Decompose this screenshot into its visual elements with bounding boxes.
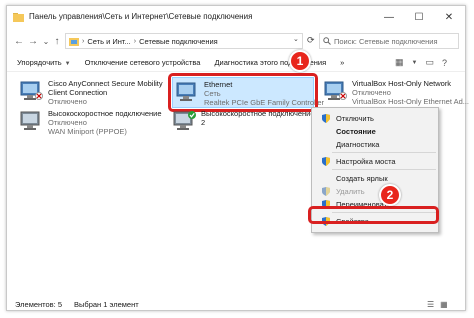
window-title: Панель управления\Сеть и Интернет\Сетевы… [29,12,253,21]
connection-status: Отключено [48,118,87,127]
uac-shield-icon [322,187,330,196]
dialup-adapter-icon [173,111,196,130]
change-view-icon[interactable]: ▦ [395,57,404,68]
status-bar: Элементов: 5 Выбран 1 элемент [7,298,465,311]
organize-button[interactable]: Упорядочить ▼ [17,58,71,67]
menu-item-label: Диагностика [336,139,380,149]
search-placeholder: Поиск: Сетевые подключения [334,36,438,46]
dropdown-arrow-icon: ▼ [64,61,71,67]
search-input[interactable]: Поиск: Сетевые подключения [319,33,459,49]
preview-pane-icon[interactable]: ▭ [425,57,434,68]
menu-item-shortcut[interactable]: Создать ярлык [312,172,438,184]
large-icons-view-icon[interactable]: ▦ [440,300,448,309]
minimize-button[interactable]: — [373,6,405,28]
address-row: ← → ⌄ ↑ › Сеть и Инт... › Сетевые подклю… [7,31,465,51]
breadcrumb-connections[interactable]: Сетевые подключения [139,37,218,46]
connection-adapter: VirtualBox Host-Only Ethernet Ad... [352,97,470,106]
view-controls: ▦ ▼ ▭ ? [395,57,447,68]
menu-item-label: Состояние [336,126,376,136]
status-selection: Выбран 1 элемент [74,300,139,309]
title-bar: Панель управления\Сеть и Интернет\Сетевы… [7,6,465,28]
menu-item-diagnose[interactable]: Диагностика [312,138,438,150]
breadcrumb-separator: › [133,37,137,45]
step-badge-1: 1 [289,50,311,72]
menu-separator [332,152,436,153]
highlight-frame-properties [308,206,439,224]
address-bar[interactable]: › Сеть и Инт... › Сетевые подключения [65,33,303,49]
folder-icon [13,13,24,22]
connection-pppoe-2[interactable]: Высокоскоростное подключение 2 [172,109,315,131]
uac-shield-icon [322,157,330,166]
menu-item-status[interactable]: Состояние [312,125,438,137]
close-button[interactable]: ✕ [433,6,465,28]
menu-separator [332,169,436,170]
address-dropdown-icon[interactable]: ⌄ [293,35,299,43]
connection-name-line2: Client Connection [48,88,108,97]
organize-label: Упорядочить [17,58,62,67]
network-folder-icon [69,37,79,46]
search-icon [323,37,331,45]
connection-cisco[interactable]: Cisco AnyConnect Secure Mobility Client … [19,79,163,106]
step-badge-2: 2 [379,184,401,206]
network-adapter-icon [20,81,43,100]
breadcrumb-network[interactable]: Сеть и Инт... [87,37,130,46]
details-view-icon[interactable]: ☰ [427,300,434,309]
connection-name: Высокоскоростное подключение [48,109,162,118]
back-button[interactable]: ← [13,35,25,47]
disable-device-button[interactable]: Отключение сетевого устройства [85,58,201,67]
menu-item-label: Создать ярлык [336,173,388,183]
maximize-button[interactable]: ☐ [403,6,435,28]
menu-item-disable[interactable]: Отключить [312,112,438,124]
uac-shield-icon [322,114,330,123]
menu-item-label: Настройка моста [336,156,396,166]
connection-adapter: WAN Miniport (PPPOE) [48,127,127,136]
highlight-frame-ethernet [168,73,318,112]
view-dropdown-icon[interactable]: ▼ [412,60,418,66]
refresh-icon[interactable]: ⟳ [307,35,319,47]
dialup-adapter-icon [20,111,40,130]
connection-name: VirtualBox Host-Only Network [352,79,452,88]
menu-item-label: Удалить [336,186,365,196]
connection-name: Cisco AnyConnect Secure Mobility [48,79,163,88]
explorer-window: Панель управления\Сеть и Интернет\Сетевы… [6,5,469,311]
connection-pppoe[interactable]: Высокоскоростное подключение Отключено W… [19,109,162,136]
connection-name-line2: 2 [201,118,206,127]
menu-item-label: Отключить [336,113,374,123]
status-view-icons: ☰ ▦ [427,300,448,309]
help-icon[interactable]: ? [442,58,447,68]
menu-item-bridge[interactable]: Настройка моста [312,155,438,167]
connection-status: Отключено [48,97,87,106]
breadcrumb-separator: › [82,37,85,45]
status-element-count: Элементов: 5 [15,300,63,309]
more-commands-button[interactable]: » [340,58,344,67]
connection-name: Высокоскоростное подключение [201,109,315,118]
forward-button[interactable]: → [27,35,39,47]
menu-item-delete[interactable]: Удалить [312,185,438,197]
connection-status: Отключено [352,88,391,97]
network-adapter-icon [324,81,347,100]
up-button[interactable]: ↑ [51,35,63,47]
connection-virtualbox[interactable]: VirtualBox Host-Only Network Отключено V… [323,79,469,106]
